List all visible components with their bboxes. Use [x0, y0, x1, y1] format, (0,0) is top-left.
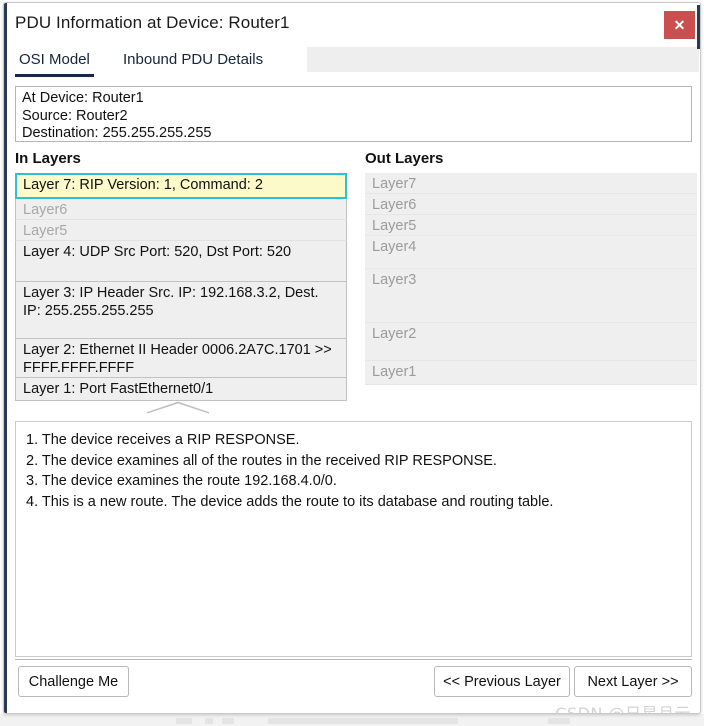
- in-layer-label: Layer 7: RIP Version: 1, Command: 2: [23, 177, 263, 193]
- title-bar: PDU Information at Device: Router1 ✕: [4, 3, 700, 47]
- in-layers-list[interactable]: Layer 7: RIP Version: 1, Command: 2 Layer…: [15, 173, 347, 401]
- out-layers-list[interactable]: Layer7 Layer6 Layer5 Layer4 Layer3 Layer2 Laye…: [365, 173, 697, 385]
- tab-inbound-pdu-details[interactable]: Inbound PDU Details: [117, 47, 269, 77]
- info-at-device: At Device: Router1: [22, 90, 144, 106]
- out-layer-row[interactable]: Layer4: [365, 236, 697, 269]
- out-layer-label: Layer4: [372, 239, 417, 255]
- out-layer-label: Layer7: [372, 176, 417, 192]
- footer-separator: [15, 659, 692, 660]
- background-bleed: [0, 714, 704, 726]
- out-layer-row[interactable]: Layer6: [365, 194, 697, 215]
- in-layer-row[interactable]: Layer 2: Ethernet II Header 0006.2A7C.17…: [15, 339, 347, 378]
- out-layer-label: Layer2: [372, 326, 417, 342]
- out-layer-row[interactable]: Layer5: [365, 215, 697, 236]
- previous-layer-button[interactable]: << Previous Layer: [434, 666, 570, 697]
- in-layer-row[interactable]: Layer 1: Port FastEthernet0/1: [15, 378, 347, 401]
- out-layer-label: Layer6: [372, 197, 417, 213]
- description-line: 4. This is a new route. The device adds …: [26, 493, 554, 510]
- description-line: 3. The device examines the route 192.168…: [26, 473, 337, 489]
- in-layer-row[interactable]: Layer6: [15, 199, 347, 220]
- in-layer-label: Layer 3: IP Header Src. IP: 192.168.3.2,…: [23, 285, 319, 319]
- info-source: Source: Router2: [22, 107, 128, 124]
- window-left-accent: [4, 3, 7, 713]
- out-layer-row[interactable]: Layer1: [365, 361, 697, 385]
- in-layer-label: Layer 2: Ethernet II Header 0006.2A7C.17…: [23, 342, 332, 376]
- in-layer-label: Layer5: [23, 223, 68, 239]
- tab-strip: OSI Model Inbound PDU Details: [4, 47, 700, 77]
- description-line: 1. The device receives a RIP RESPONSE.: [26, 432, 300, 448]
- pdu-information-dialog: PDU Information at Device: Router1 ✕ OSI…: [3, 2, 701, 714]
- out-layer-label: Layer3: [372, 272, 417, 288]
- chevron-up-icon: [147, 401, 209, 414]
- next-layer-button[interactable]: Next Layer >>: [574, 666, 692, 697]
- out-layer-row[interactable]: Layer2: [365, 323, 697, 361]
- close-icon[interactable]: ✕: [664, 11, 695, 39]
- tab-osi-model[interactable]: OSI Model: [15, 47, 94, 77]
- in-layer-label: Layer 4: UDP Src Port: 520, Dst Port: 52…: [23, 244, 292, 260]
- window-right-accent: [697, 5, 700, 49]
- in-layer-row[interactable]: Layer5: [15, 220, 347, 241]
- in-layer-label: Layer 1: Port FastEthernet0/1: [23, 381, 214, 397]
- in-layer-label: Layer6: [23, 202, 68, 218]
- out-layer-label: Layer1: [372, 364, 417, 380]
- out-layers-header: Out Layers: [365, 150, 444, 167]
- out-layer-row[interactable]: Layer7: [365, 173, 697, 194]
- in-layer-row[interactable]: Layer 4: UDP Src Port: 520, Dst Port: 52…: [15, 241, 347, 282]
- in-layer-row[interactable]: Layer 7: RIP Version: 1, Command: 2: [15, 173, 347, 199]
- watermark: CSDN @日星月云: [555, 704, 691, 714]
- window-title: PDU Information at Device: Router1: [15, 13, 290, 32]
- in-layers-header: In Layers: [15, 150, 81, 167]
- out-layer-row[interactable]: Layer3: [365, 269, 697, 323]
- description-box: 1. The device receives a RIP RESPONSE. 2.…: [15, 421, 692, 657]
- tab-strip-filler: [307, 47, 699, 72]
- out-layer-label: Layer5: [372, 218, 417, 234]
- description-line: 2. The device examines all of the routes…: [26, 452, 497, 469]
- pdu-info-box: At Device: Router1 Source: Router2 Desti…: [15, 86, 692, 142]
- challenge-me-button[interactable]: Challenge Me: [18, 666, 129, 697]
- info-destination: Destination: 255.255.255.255: [22, 125, 212, 141]
- in-layer-row[interactable]: Layer 3: IP Header Src. IP: 192.168.3.2,…: [15, 282, 347, 339]
